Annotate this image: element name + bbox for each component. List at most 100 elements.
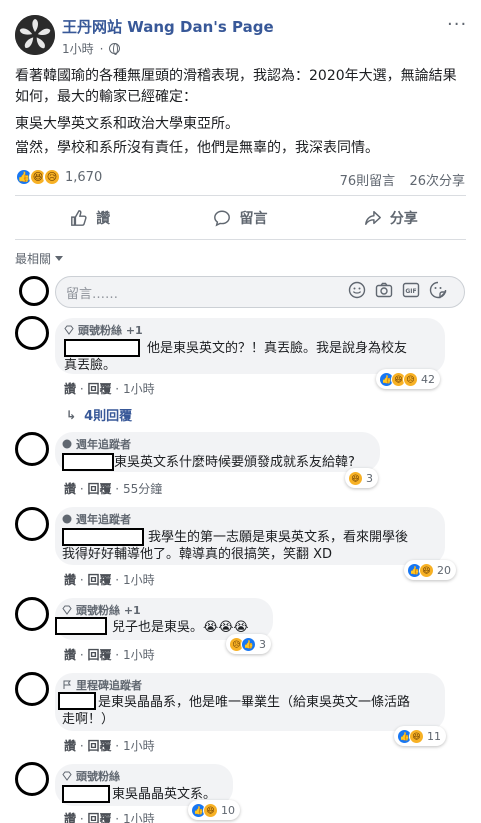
haha-icon: 😆 [409, 728, 424, 744]
share-count-link[interactable]: 26次分享 [409, 174, 465, 189]
page-name-link[interactable]: 王丹网站 Wang Dan's Page [62, 16, 274, 37]
redacted-name [55, 617, 107, 635]
diamond-badge-icon [62, 605, 72, 615]
fan-badge: 頭號粉絲 [62, 768, 120, 784]
thumbs-up-icon [71, 209, 87, 226]
globe-icon [109, 43, 121, 55]
like-icon: 👍 [241, 636, 256, 652]
comment-reply-link[interactable]: 回覆 [87, 573, 111, 587]
post-stats: 76則留言 26次分享 [340, 170, 465, 189]
comment-like-link[interactable]: 讚 [64, 482, 76, 496]
fan-badge: 週年追蹤者 [62, 436, 131, 452]
share-button[interactable]: 分享 [316, 196, 466, 239]
comment-text: 我學生的第一志願是東吳英文系，看來開學後 [148, 530, 409, 545]
composer-icons: GIF [348, 281, 447, 299]
comment-reactions[interactable]: 👍 😆 😥 42 [376, 369, 440, 389]
comment-reply-link[interactable]: 回覆 [87, 482, 111, 496]
comment-time[interactable]: 55分鐘 [123, 482, 162, 496]
comment-like-link[interactable]: 讚 [64, 812, 76, 823]
avatar[interactable] [15, 432, 49, 466]
avatar[interactable] [15, 597, 49, 631]
comment-reply-link[interactable]: 回覆 [87, 382, 111, 396]
haha-icon: 😆 [348, 470, 363, 486]
comment-like-link[interactable]: 讚 [64, 382, 76, 396]
comment-sort-dropdown[interactable]: 最相關 [15, 250, 64, 267]
haha-icon: 😆 [203, 802, 218, 818]
comment-actions: 讚 · 回覆 · 1小時 [64, 810, 155, 823]
comment-like-link[interactable]: 讚 [64, 648, 76, 662]
post-paragraph-1: 看著韓國瑜的各種無厘頭的滑稽表現，我認為：2020年大選，無論結果如何，最大的輸… [15, 68, 457, 105]
comment-reactions[interactable]: 👍 😆 20 [404, 560, 456, 580]
comment-reply-link[interactable]: 回覆 [87, 648, 111, 662]
comment-time[interactable]: 1小時 [123, 812, 155, 823]
comment-actions: 讚 · 回覆 · 55分鐘 [64, 482, 163, 496]
post-paragraph-3: 當然，學校和系所沒有責任，他們是無辜的，我深表同情。 [15, 140, 379, 156]
comment-text: 走啊！） [62, 712, 115, 727]
avatar [19, 276, 49, 306]
fan-badge: 里程碑追蹤者 [62, 677, 142, 693]
sort-label: 最相關 [15, 252, 52, 266]
comment-like-link[interactable]: 讚 [64, 739, 76, 753]
fan-badge: 頭號粉絲 +1 [62, 602, 141, 618]
diamond-badge-icon [64, 325, 74, 335]
comment-input-placeholder: 留言…… [66, 287, 119, 302]
comment-reactions[interactable]: 😥 👍 3 [226, 634, 271, 654]
anniversary-badge-icon [62, 514, 72, 524]
comment-reactions[interactable]: 👍 😆 11 [394, 726, 446, 746]
comment-button-label: 留言 [239, 210, 268, 227]
redacted-name [62, 453, 114, 471]
comment-like-link[interactable]: 讚 [64, 573, 76, 587]
comment-text: 兒子也是東吳。😭😭😭 [112, 620, 249, 635]
comment-reply-link[interactable]: 回覆 [87, 812, 111, 823]
avatar[interactable] [15, 672, 49, 706]
fan-badge: 頭號粉絲 +1 [64, 322, 143, 338]
comment-text: 真丟臉。 [64, 358, 117, 373]
like-button[interactable]: 讚 [15, 196, 165, 239]
avatar[interactable] [15, 762, 49, 796]
view-replies-link[interactable]: ↳ 4則回覆 [66, 405, 132, 425]
page-avatar[interactable] [15, 15, 55, 55]
post-action-bar: 讚 留言 分享 [15, 196, 466, 239]
comment-button[interactable]: 留言 [165, 196, 315, 239]
flag-badge-icon [63, 680, 71, 689]
comment-actions: 讚 · 回覆 · 1小時 [64, 382, 155, 396]
comment-count-link[interactable]: 76則留言 [340, 174, 396, 189]
comment-time[interactable]: 1小時 [123, 382, 155, 396]
like-button-label: 讚 [96, 210, 111, 227]
post-time[interactable]: 1小時 [62, 40, 94, 57]
comment-actions: 讚 · 回覆 · 1小時 [64, 573, 155, 587]
comment-reactions[interactable]: 👍 😆 10 [188, 800, 240, 820]
emoji-icon[interactable] [348, 281, 366, 299]
comment-actions: 讚 · 回覆 · 1小時 [64, 648, 155, 662]
share-button-label: 分享 [389, 210, 418, 227]
redacted-name [64, 339, 140, 357]
share-icon [364, 210, 381, 225]
sad-icon: 😥 [403, 371, 418, 387]
comment-text: 是東吳晶晶系，他是唯一畢業生（給東吳英文一條活路 [98, 695, 411, 710]
redacted-name [62, 785, 110, 803]
sticker-icon[interactable] [429, 281, 447, 299]
divider [15, 239, 466, 240]
comment-text: 我得好好輔導他了。韓導真的很搞笑，笑翻 XD [62, 547, 333, 562]
comment-reply-link[interactable]: 回覆 [87, 739, 111, 753]
post-reactions-summary[interactable]: 👍 😆 😥 1,670 [15, 168, 102, 186]
camera-icon[interactable] [375, 281, 393, 299]
redacted-name [62, 528, 144, 546]
post-paragraph-2: 東吳大學英文系和政治大學東亞所。 [15, 116, 239, 132]
redacted-name [58, 692, 96, 710]
svg-text:GIF: GIF [405, 288, 416, 295]
comment-time[interactable]: 1小時 [123, 739, 155, 753]
post-meta: 1小時 · [62, 40, 121, 57]
avatar[interactable] [15, 507, 49, 541]
sad-icon: 😥 [43, 168, 61, 186]
diamond-badge-icon [62, 771, 72, 781]
avatar[interactable] [15, 316, 49, 350]
more-options-icon[interactable]: ··· [447, 14, 467, 35]
comment-time[interactable]: 1小時 [123, 648, 155, 662]
comment-reactions[interactable]: 😆 3 [345, 468, 378, 488]
comment-actions: 讚 · 回覆 · 1小時 [64, 739, 155, 753]
gif-icon[interactable]: GIF [402, 281, 420, 299]
fan-badge: 週年追蹤者 [62, 511, 131, 527]
comment-text: 他是東吳英文的？！真丟臉。我是說身為校友 [147, 341, 408, 356]
comment-time[interactable]: 1小時 [123, 573, 155, 587]
